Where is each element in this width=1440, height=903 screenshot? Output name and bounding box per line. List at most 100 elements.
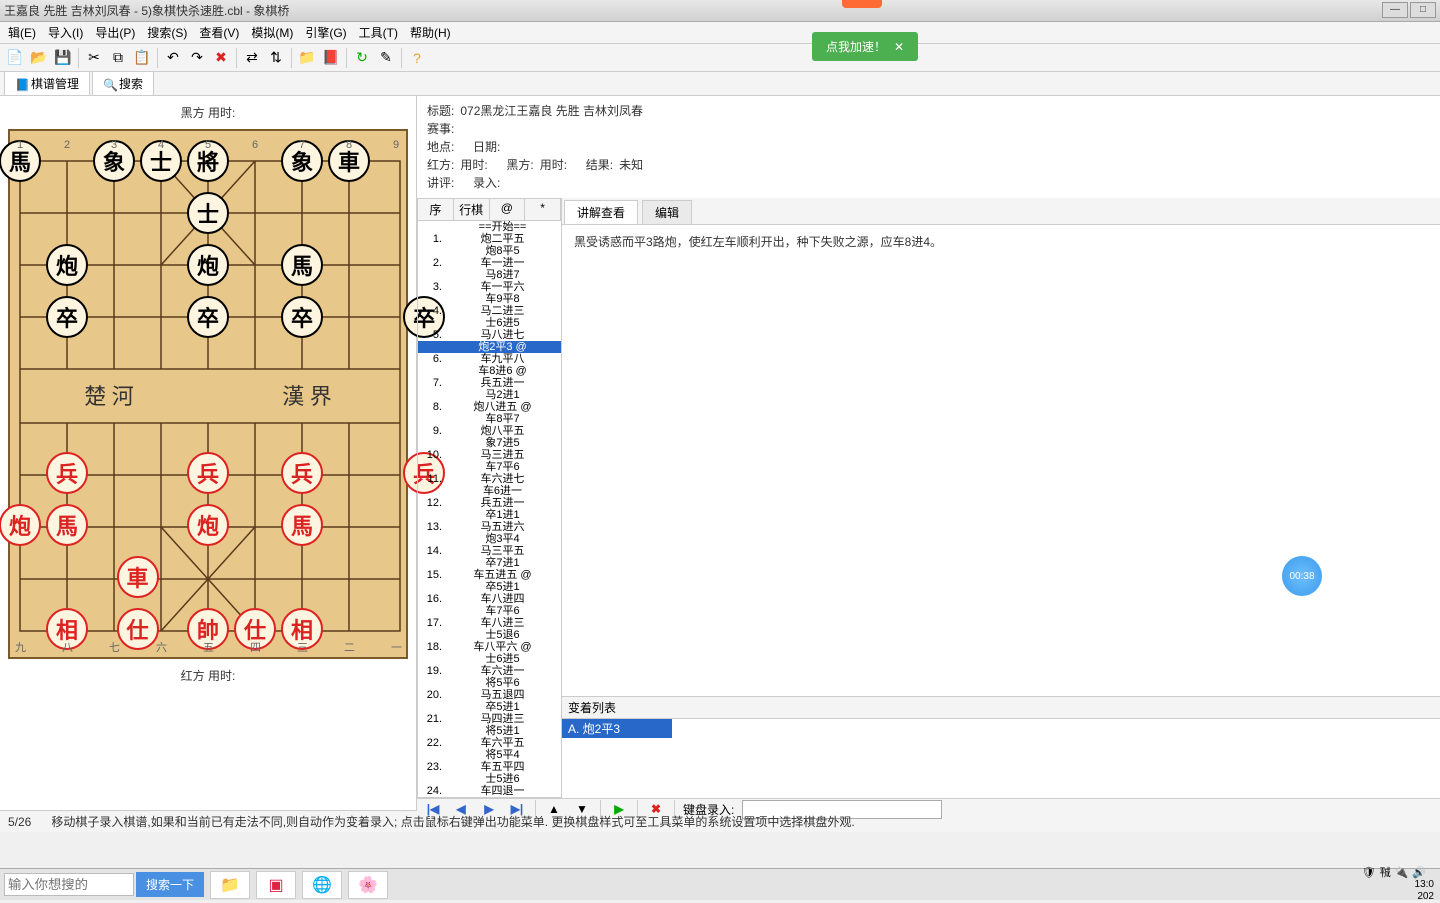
- move-row[interactable]: 车8平7: [418, 413, 561, 425]
- move-row[interactable]: 9.炮八平五: [418, 425, 561, 437]
- move-row[interactable]: 马2进1: [418, 389, 561, 401]
- move-row[interactable]: 21.马四进三: [418, 713, 561, 725]
- move-row[interactable]: 车6进一: [418, 485, 561, 497]
- move-row[interactable]: 士5退6: [418, 629, 561, 641]
- accelerate-toast[interactable]: 点我加速！✕: [812, 32, 918, 61]
- open-icon[interactable]: 📂: [28, 47, 50, 69]
- move-row[interactable]: 马8进7: [418, 269, 561, 281]
- taskbar-search-input[interactable]: [4, 873, 134, 896]
- menu-search[interactable]: 搜索(S): [141, 22, 193, 43]
- tab-comment-edit[interactable]: 编辑: [642, 200, 692, 224]
- move-row[interactable]: 将5进1: [418, 725, 561, 737]
- new-icon[interactable]: 📄: [4, 47, 26, 69]
- taskbar-app-powerpoint[interactable]: ▣: [256, 871, 296, 899]
- move-row[interactable]: 12.兵五进一: [418, 497, 561, 509]
- move-row[interactable]: 卒7进1: [418, 557, 561, 569]
- flip-icon[interactable]: ⇅: [265, 47, 287, 69]
- piece-black[interactable]: 士: [187, 192, 229, 234]
- move-row[interactable]: 车7平6: [418, 461, 561, 473]
- move-row[interactable]: 13.马五进六: [418, 521, 561, 533]
- close-icon[interactable]: ✕: [894, 40, 904, 54]
- copy-icon[interactable]: ⧉: [107, 47, 129, 69]
- piece-red[interactable]: 車: [117, 556, 159, 598]
- redo-icon[interactable]: ↷: [186, 47, 208, 69]
- move-row[interactable]: 22.车六平五: [418, 737, 561, 749]
- menu-edit[interactable]: 辑(E): [2, 22, 42, 43]
- move-row[interactable]: 将5平6: [418, 677, 561, 689]
- move-row[interactable]: 炮3平4: [418, 533, 561, 545]
- move-row[interactable]: 11.车六进七: [418, 473, 561, 485]
- move-row[interactable]: 24.车四退一: [418, 785, 561, 797]
- move-row[interactable]: 士5进6: [418, 773, 561, 785]
- annotate-icon[interactable]: ✎: [375, 47, 397, 69]
- taskbar-clock[interactable]: 🛡㍻🔌🔊 13:0202: [1362, 867, 1434, 903]
- move-row[interactable]: 16.车八进四: [418, 593, 561, 605]
- chess-board[interactable]: 楚 河漢 界 馬象士將象車士炮炮馬卒卒卒卒兵兵兵兵炮馬炮馬車相仕帥仕相 1234…: [8, 129, 408, 659]
- piece-black[interactable]: 馬: [281, 244, 323, 286]
- menu-import[interactable]: 导入(I): [42, 22, 89, 43]
- move-row[interactable]: 20.马五退四: [418, 689, 561, 701]
- move-row[interactable]: 象7进5: [418, 437, 561, 449]
- move-row[interactable]: 5.马八进七: [418, 329, 561, 341]
- taskbar-app-sakura[interactable]: 🌸: [348, 871, 388, 899]
- system-tray[interactable]: 🛡㍻🔌🔊: [1362, 867, 1426, 879]
- piece-black[interactable]: 卒: [46, 296, 88, 338]
- undo-icon[interactable]: ↶: [162, 47, 184, 69]
- menu-help[interactable]: 帮助(H): [404, 22, 457, 43]
- move-row[interactable]: 14.马三平五: [418, 545, 561, 557]
- piece-black[interactable]: 炮: [46, 244, 88, 286]
- move-row[interactable]: 3.车一平六: [418, 281, 561, 293]
- move-row[interactable]: 将5平4: [418, 749, 561, 761]
- maximize-button[interactable]: □: [1410, 2, 1436, 18]
- menu-simulate[interactable]: 模拟(M): [245, 22, 299, 43]
- move-row[interactable]: 炮8平5: [418, 245, 561, 257]
- taskbar-app-chrome[interactable]: 🌐: [302, 871, 342, 899]
- variation-item[interactable]: A. 炮2平3: [562, 719, 672, 738]
- move-row[interactable]: 卒1进1: [418, 509, 561, 521]
- paste-icon[interactable]: 📋: [131, 47, 153, 69]
- tab-comment-view[interactable]: 讲解查看: [564, 200, 638, 224]
- move-row[interactable]: 6.车九平八: [418, 353, 561, 365]
- piece-red[interactable]: 馬: [281, 504, 323, 546]
- menu-export[interactable]: 导出(P): [89, 22, 141, 43]
- move-list[interactable]: 序行棋@* ==开始==1.炮二平五炮8平52.车一进一马8进73.车一平六车9…: [417, 198, 562, 798]
- move-row[interactable]: 8.炮八进五 @: [418, 401, 561, 413]
- piece-red[interactable]: 炮: [0, 504, 41, 546]
- move-row[interactable]: ==开始==: [418, 221, 561, 233]
- move-row[interactable]: 7.兵五进一: [418, 377, 561, 389]
- piece-black[interactable]: 卒: [187, 296, 229, 338]
- taskbar-search-button[interactable]: 搜索一下: [136, 872, 204, 897]
- piece-black[interactable]: 卒: [281, 296, 323, 338]
- piece-red[interactable]: 仕: [117, 608, 159, 650]
- save-icon[interactable]: 💾: [52, 47, 74, 69]
- cut-icon[interactable]: ✂: [83, 47, 105, 69]
- piece-red[interactable]: 兵: [281, 452, 323, 494]
- move-row[interactable]: 士6进5: [418, 653, 561, 665]
- floating-timer[interactable]: 00:38: [1282, 556, 1322, 596]
- move-row[interactable]: 士6进5: [418, 317, 561, 329]
- move-row[interactable]: 车7平6: [418, 605, 561, 617]
- move-row[interactable]: 23.车五平四: [418, 761, 561, 773]
- menu-view[interactable]: 查看(V): [193, 22, 245, 43]
- book-icon[interactable]: 📕: [320, 47, 342, 69]
- move-row[interactable]: 15.车五进五 @: [418, 569, 561, 581]
- refresh-icon[interactable]: ↻: [351, 47, 373, 69]
- piece-red[interactable]: 炮: [187, 504, 229, 546]
- move-row[interactable]: 2.车一进一: [418, 257, 561, 269]
- taskbar-app-explorer[interactable]: 📁: [210, 871, 250, 899]
- delete-icon[interactable]: ✖: [210, 47, 232, 69]
- menu-engine[interactable]: 引擎(G): [299, 22, 352, 43]
- piece-red[interactable]: 馬: [46, 504, 88, 546]
- move-row[interactable]: 18.车八平六 @: [418, 641, 561, 653]
- tab-manage[interactable]: 📘棋谱管理: [4, 71, 90, 95]
- piece-red[interactable]: 兵: [46, 452, 88, 494]
- piece-black[interactable]: 炮: [187, 244, 229, 286]
- folder-icon[interactable]: 📁: [296, 47, 318, 69]
- move-row[interactable]: 1.炮二平五: [418, 233, 561, 245]
- move-row[interactable]: 炮2平3 @: [418, 341, 561, 353]
- menu-tools[interactable]: 工具(T): [353, 22, 404, 43]
- help-icon[interactable]: ?: [406, 47, 428, 69]
- tab-search[interactable]: 🔍搜索: [92, 71, 154, 95]
- move-row[interactable]: 19.车六进一: [418, 665, 561, 677]
- swap-icon[interactable]: ⇄: [241, 47, 263, 69]
